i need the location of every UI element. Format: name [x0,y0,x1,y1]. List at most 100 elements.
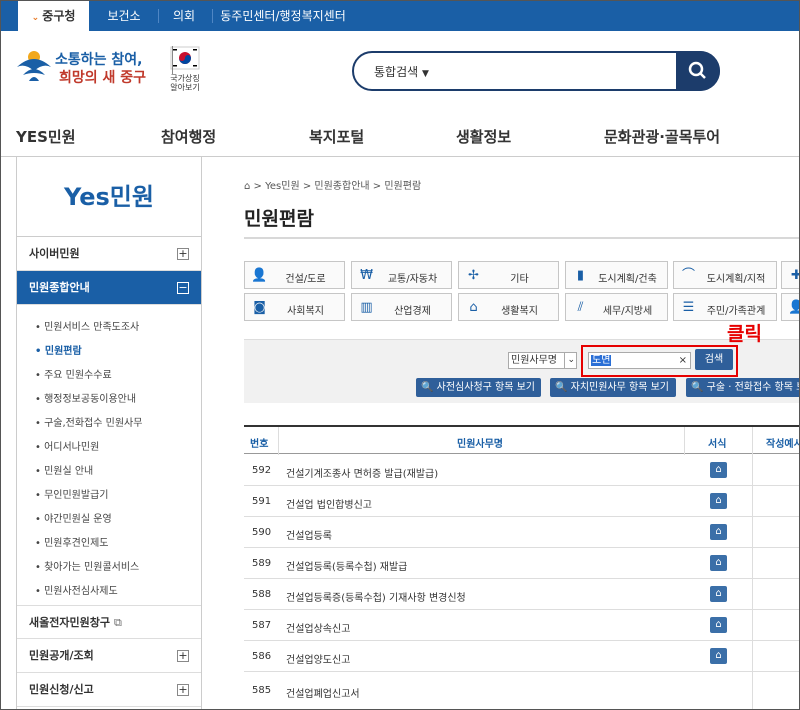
submenu-item[interactable]: • 행정정보공동이용안내 [35,390,136,405]
rain-icon: ⫽ [577,300,584,315]
submenu-item[interactable]: • 주요 민원수수료 [35,366,112,381]
col-header-example: 작성예시 [766,439,800,450]
logo-slogan-line-1: 소통하는 참여, [55,52,143,68]
minwon-name-link[interactable]: 건설업등록증(등록수첩) 기재사항 변경신청 [286,589,466,604]
collapse-icon: − [177,281,189,294]
category-etc[interactable]: ✢ 기타 [458,261,559,289]
col-header-no: 번호 [250,439,269,450]
minwon-name-link[interactable]: 건설업 법인합병신고 [286,496,372,511]
submenu-item[interactable]: • 무인민원발급기 [35,486,108,501]
nav-welfare[interactable]: 복지포털 [309,126,364,147]
emblem-caption-1: 국가상징 [170,74,200,83]
breadcrumb-item[interactable]: Yes민원 [265,181,300,192]
taegukgi-icon [170,46,200,74]
page-title: 민원편람 [244,208,314,230]
pinwheel-icon: ✢ [468,268,479,283]
form-download-icon[interactable]: ⌂ [710,617,727,633]
sidebar-item-disclosure[interactable]: 민원공개/조회 + [17,639,201,673]
col-header-name: 민원사무명 [457,439,503,450]
divider [212,9,213,23]
form-download-icon[interactable]: ⌂ [710,586,727,602]
sidebar-item-minwon-guide[interactable]: 민원종합안내 − [17,271,201,305]
chevron-down-icon: ⌄ [564,353,575,368]
submenu-item[interactable]: • 민원서비스 만족도조사 [35,318,139,333]
new-window-icon: ⧉ [113,616,122,629]
expand-icon: + [177,683,189,696]
submenu-item[interactable]: • 야간민원실 운영 [35,510,112,525]
form-download-icon[interactable]: ⌂ [710,462,727,478]
table-row[interactable]: 590 건설업등록 ⌂ [244,517,799,548]
table-row[interactable]: 587 건설업상속신고 ⌂ [244,610,799,641]
home-icon[interactable]: ⌂ [244,181,250,192]
submenu-item[interactable]: • 구술,전화접수 민원사무 [35,414,142,429]
sidebar-item-saeol[interactable]: 새올전자민원창구 ⧉ [17,605,201,639]
category-urban-cadastral[interactable]: ⌒ 도시계획/지적 [673,261,777,289]
submenu-item[interactable]: • 민원실 안내 [35,462,93,477]
oral-phone-items-button[interactable]: 🔍 구술 · 전화접수 항목 보기 [686,378,799,397]
breadcrumb-item[interactable]: 민원종합안내 [314,181,369,192]
annotation-highlight-box [581,345,738,377]
category-resident-family[interactable]: ☰ 주민/가족관계 [673,293,777,321]
category-construction-road[interactable]: 👤 건설/도로 [244,261,345,289]
main-navigation: YES민원 참여행정 복지포털 생활정보 문화관광·골목투어 [1,115,799,157]
category-urban-building[interactable]: ▮ 도시계획/건축 [565,261,668,289]
category-industry-economy[interactable]: ▥ 산업경제 [351,293,452,321]
table-row[interactable]: 591 건설업 법인합병신고 ⌂ [244,486,799,517]
form-download-icon[interactable]: ⌂ [710,493,727,509]
category-partial[interactable]: 👤 [781,293,799,321]
unified-search-bar[interactable]: 통합검색 ▼ [352,51,720,91]
table-row[interactable]: 585 건설업폐업신고서 [244,675,799,706]
list-icon: ☰ [682,300,695,315]
minwon-name-link[interactable]: 건설기계조종사 면허증 발급(재발급) [286,465,438,480]
tab-community-center[interactable]: 동주민센터/행정복지센터 [219,1,347,31]
table-row[interactable]: 586 건설업양도신고 ⌂ [244,641,799,672]
minwon-name-link[interactable]: 건설업등록(등록수첩) 재발급 [286,558,407,573]
minwon-name-link[interactable]: 건설업폐업신고서 [286,685,360,700]
autonomous-items-button[interactable]: 🔍 자치민원사무 항목 보기 [550,378,676,397]
nav-yes-minwon[interactable]: YES민원 [16,126,76,147]
person-icon: 👤 [251,268,268,283]
search-field-select[interactable]: 민원사무명 ⌄ [508,352,577,369]
tab-council[interactable]: 의회 [164,1,204,31]
category-life-welfare[interactable]: ⌂ 생활복지 [458,293,559,321]
table-row[interactable]: 589 건설업등록(등록수첩) 재발급 ⌂ [244,548,799,579]
table-row[interactable]: 588 건설업등록증(등록수첩) 기재사항 변경신청 ⌂ [244,579,799,610]
sidebar: Yes민원 사이버민원 + 민원종합안내 − • 민원서비스 만족도조사 • 민원편… [16,157,202,709]
national-symbol-link[interactable]: 국가상징 알아보기 [163,46,207,98]
form-download-icon[interactable]: ⌂ [710,555,727,571]
sidebar-item-application[interactable]: 민원신청/신고 + [17,673,201,707]
form-download-icon[interactable]: ⌂ [710,648,727,664]
tab-health-center[interactable]: 보건소 [97,1,151,31]
table-header: 번호 민원사무명 서식 작성예시 [244,425,800,454]
logo-mark-icon [17,51,51,81]
submenu-item[interactable]: • 민원사전심사제도 [35,582,118,597]
category-tax[interactable]: ⫽ 세무/지방세 [565,293,668,321]
camera-icon: ◙ [253,300,266,315]
form-download-icon[interactable]: ⌂ [710,524,727,540]
submenu-item[interactable]: • 민원후견인제도 [35,534,108,549]
nav-participation[interactable]: 참여행정 [161,126,216,147]
nav-living-info[interactable]: 생활정보 [456,126,511,147]
minwon-name-link[interactable]: 건설업양도신고 [286,651,350,666]
submenu-item[interactable]: • 어디서나민원 [35,438,99,453]
search-button[interactable] [676,51,720,91]
tab-junggu[interactable]: ⌄ 중구청 [18,1,89,31]
submenu-item[interactable]: • 찾아가는 민원콜서비스 [35,558,139,573]
minwon-name-link[interactable]: 건설업상속신고 [286,620,350,635]
submenu-item-current[interactable]: • 민원편람 [35,342,82,357]
category-partial[interactable]: ✚ [781,261,799,289]
category-social-welfare[interactable]: ◙ 사회복지 [244,293,345,321]
table-row[interactable]: 592 건설기계조종사 면허증 발급(재발급) ⌂ [244,455,799,486]
search-scope-select[interactable]: 통합검색 ▼ [374,63,429,80]
search-icon: 🔍 [555,382,568,393]
emblem-caption-2: 알아보기 [170,83,200,92]
sidebar-item-cyber-minwon[interactable]: 사이버민원 + [17,237,201,271]
pre-review-items-button[interactable]: 🔍 사전심사청구 항목 보기 [416,378,541,397]
category-traffic-vehicle[interactable]: ₩ 교통/자동차 [351,261,452,289]
minwon-name-link[interactable]: 건설업등록 [286,527,332,542]
logo-slogan-line-2: 희망의 새 중구 [59,70,147,86]
nav-culture-tour[interactable]: 문화관광·골목투어 [604,126,720,147]
search-icon [688,61,706,79]
search-icon: 🔍 [691,382,704,393]
chevron-down-icon: ⌄ [31,13,43,23]
